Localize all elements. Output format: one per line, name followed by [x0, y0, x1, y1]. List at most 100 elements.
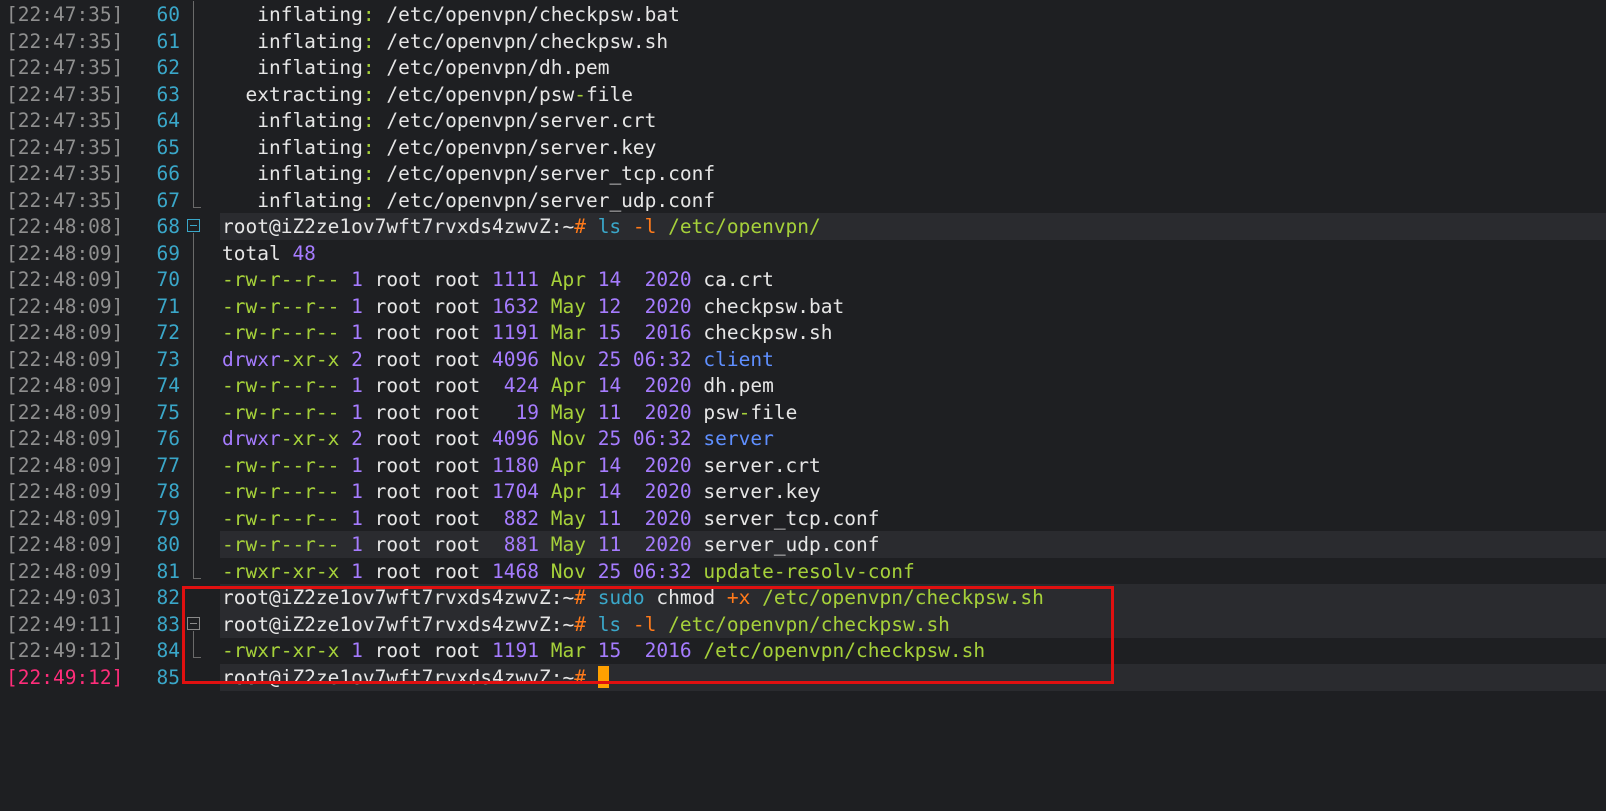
text-segment: 881 [480, 533, 539, 556]
text-segment: inflating [222, 29, 363, 53]
text-segment: : [362, 162, 375, 185]
text-segment: ls [585, 215, 622, 238]
text-segment: inflating [222, 162, 363, 185]
line-number: 74 [156, 374, 180, 397]
text-segment: /etc/openvpn/dh.pem [374, 56, 610, 79]
text-segment: 1111 [480, 268, 539, 291]
timestamp: [22:48:09] [6, 347, 124, 371]
text-segment: root root [362, 533, 481, 556]
line-content: inflating: /etc/openvpn/checkpsw.sh [222, 28, 668, 55]
terminal-line-77: [22:48:09] 77 -rw-r--r-- 1 root root 1180 … [0, 451, 1606, 479]
text-segment: server_udp.conf [691, 533, 880, 556]
text-segment: server.crt [691, 453, 821, 477]
line-content: inflating: /etc/openvpn/dh.pem [222, 54, 609, 81]
timestamp: [22:47:35] [6, 82, 124, 106]
text-segment: drwxr [222, 347, 281, 371]
text-segment: 25 06:32 [585, 427, 692, 450]
timestamp: [22:48:09] [6, 559, 124, 583]
text-segment: 1 [339, 400, 363, 424]
text-segment: root root [362, 321, 481, 344]
text-segment: update-resolv-conf [691, 559, 915, 583]
text-segment: May [539, 400, 586, 424]
line-content: -rw-r--r-- 1 root root 1111 Apr 14 2020 … [222, 266, 774, 293]
text-segment: May [539, 533, 586, 556]
text-segment: extracting [222, 82, 363, 106]
fold-guide [186, 451, 206, 479]
text-segment: ca.crt [691, 268, 774, 291]
fold-guide [186, 478, 206, 505]
text-segment: server_tcp.conf [691, 506, 880, 530]
text-segment: 1 [339, 533, 363, 556]
text-segment: 1 [339, 321, 363, 344]
line-content: root@iZ2ze1ov7wft7rvxds4zwvZ:~# ls -l /e… [222, 213, 821, 240]
timestamp: [22:47:35] [6, 109, 124, 132]
text-segment: checkpsw.bat [691, 294, 845, 318]
text-segment: 4096 [480, 427, 539, 450]
text-segment: Apr [539, 453, 586, 477]
text-segment: Nov [539, 347, 586, 371]
text-segment: Nov [539, 559, 586, 583]
fold-toggle-icon[interactable] [186, 213, 206, 240]
timestamp: [22:47:35] [6, 3, 124, 26]
text-segment: Nov [539, 427, 586, 450]
terminal-line-81: [22:48:09] 81 -rwxr-xr-x 1 root root 1468 … [0, 557, 1606, 585]
text-segment: -xr-x [280, 347, 340, 371]
line-number: 79 [156, 506, 180, 530]
text-segment: 25 06:32 [585, 559, 692, 583]
terminal-line-74: [22:48:09] 74 -rw-r--r-- 1 root root 424 A… [0, 372, 1606, 399]
line-content: -rw-r--r-- 1 root root 1632 May 12 2020 … [222, 293, 844, 320]
timestamp: [22:48:09] [6, 268, 124, 291]
text-segment: /etc/openvpn/psw [374, 82, 575, 106]
line-content: inflating: /etc/openvpn/server_tcp.conf [222, 160, 715, 187]
line-number: 76 [156, 427, 180, 450]
text-segment: 882 [480, 506, 539, 530]
text-segment: -rw-r--r-- [222, 374, 340, 397]
text-segment: 1 [339, 559, 363, 583]
text-segment: : [362, 56, 375, 79]
timestamp: [22:48:09] [6, 453, 124, 477]
text-segment: : [362, 82, 375, 106]
text-segment: -rw-r--r-- [222, 321, 340, 344]
highlight-box [182, 586, 1114, 684]
terminal-window[interactable]: [22:47:35] 60 inflating: /etc/openvpn/che… [0, 0, 1606, 811]
text-segment: 1 [339, 294, 363, 318]
terminal-line-78: [22:48:09] 78 -rw-r--r-- 1 root root 1704 … [0, 478, 1606, 505]
text-segment: May [539, 506, 586, 530]
timestamp: [22:48:09] [6, 533, 124, 556]
text-segment: /etc/openvpn/server_tcp.conf [374, 162, 716, 185]
text-segment: /etc/openvpn/ [656, 215, 821, 238]
terminal-line-67: [22:47:35] 67 inflating: /etc/openvpn/ser… [0, 186, 1606, 214]
text-segment: 19 [480, 400, 539, 424]
text-segment: -xr-x [280, 427, 340, 450]
timestamp: [22:49:03] [6, 586, 124, 609]
text-segment: 14 2020 [585, 453, 692, 477]
line-number: 80 [156, 533, 180, 556]
line-number: 70 [156, 268, 180, 291]
text-segment: 1632 [480, 294, 539, 318]
fold-guide [186, 27, 206, 55]
text-segment: /etc/openvpn/server_udp.conf [374, 188, 716, 212]
timestamp: [22:48:09] [6, 427, 124, 450]
line-number: 68 [156, 215, 180, 238]
text-segment: drwxr [222, 427, 281, 450]
terminal-line-63: [22:47:35] 63 extracting: /etc/openvpn/ps… [0, 80, 1606, 108]
fold-guide [186, 186, 206, 214]
text-segment: /etc/openvpn/checkpsw.bat [374, 3, 680, 26]
fold-guide [186, 1, 206, 28]
text-segment: root root [362, 480, 481, 503]
line-content: -rw-r--r-- 1 root root 424 Apr 14 2020 d… [222, 372, 774, 399]
text-segment: inflating [222, 3, 363, 26]
line-content: extracting: /etc/openvpn/psw-file [222, 81, 632, 108]
text-segment: 1180 [480, 453, 539, 477]
text-segment: Apr [539, 480, 586, 503]
text-segment: root root [362, 506, 481, 530]
text-segment: 48 [280, 241, 316, 265]
text-segment: 424 [480, 374, 539, 397]
text-segment: client [691, 347, 774, 371]
fold-guide [186, 292, 206, 320]
terminal-line-65: [22:47:35] 65 inflating: /etc/openvpn/ser… [0, 133, 1606, 161]
text-segment: 4096 [480, 347, 539, 371]
text-segment: inflating [222, 188, 363, 212]
text-segment: 12 2020 [585, 294, 692, 318]
text-segment: Apr [539, 268, 586, 291]
